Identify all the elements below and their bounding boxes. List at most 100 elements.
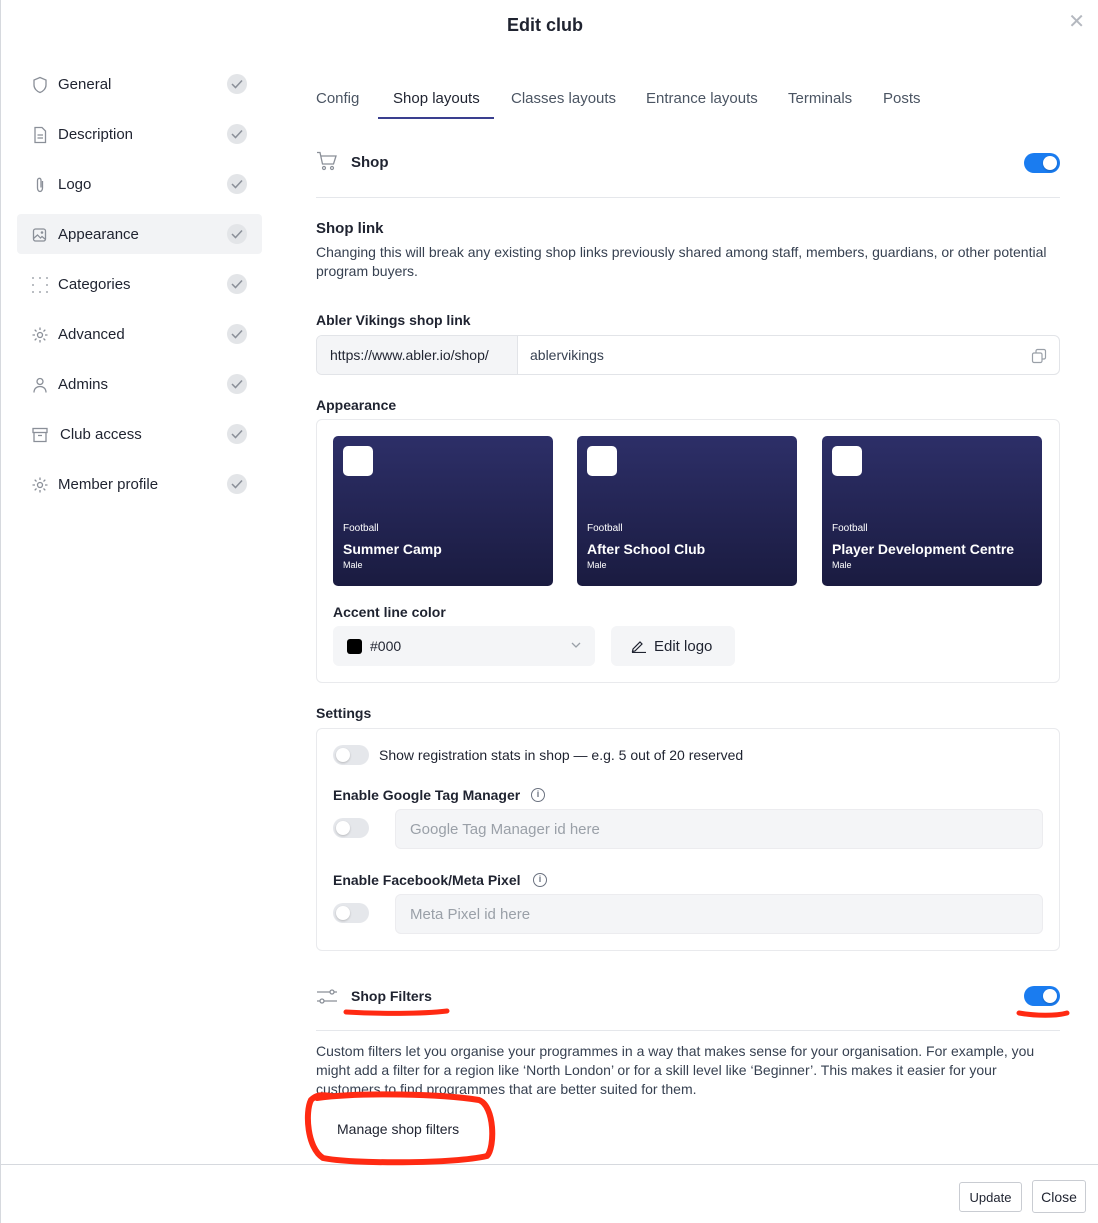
appearance-panel: Football Summer Camp Male Football After… xyxy=(316,419,1060,683)
sliders-icon xyxy=(317,989,337,1004)
check-icon xyxy=(227,124,247,144)
divider xyxy=(316,197,1060,198)
tab-terminals[interactable]: Terminals xyxy=(788,90,852,107)
program-card[interactable]: Football After School Club Male xyxy=(577,436,797,586)
shop-filters-toggle[interactable] xyxy=(1024,986,1060,1006)
tab-classes-layouts[interactable]: Classes layouts xyxy=(511,90,616,107)
check-icon xyxy=(227,74,247,94)
sidebar-item-label: Club access xyxy=(60,426,142,443)
active-tab-indicator xyxy=(378,117,494,119)
sidebar-item-appearance[interactable]: Appearance xyxy=(17,214,262,254)
grid-dots-icon xyxy=(32,277,48,293)
copy-icon[interactable] xyxy=(1031,348,1047,364)
meta-pixel-toggle[interactable] xyxy=(333,903,369,923)
shop-filters-section-header: Shop Filters xyxy=(316,977,1060,1017)
sidebar-item-label: General xyxy=(58,76,112,93)
sidebar-item-admins[interactable]: Admins xyxy=(17,364,262,404)
card-logo xyxy=(832,446,862,476)
close-button[interactable]: Close xyxy=(1032,1180,1086,1213)
appearance-heading: Appearance xyxy=(316,397,397,413)
sidebar-item-logo[interactable]: Logo xyxy=(17,164,262,204)
shop-section-header: Shop xyxy=(316,143,1060,183)
accent-color-label: Accent line color xyxy=(333,604,446,620)
card-name: Summer Camp xyxy=(343,541,442,557)
update-button[interactable]: Update xyxy=(959,1182,1022,1212)
card-category: Football xyxy=(343,523,379,534)
card-name: Player Development Centre xyxy=(832,541,1015,557)
sidebar-item-label: Member profile xyxy=(58,476,159,493)
settings-panel: Show registration stats in shop — e.g. 5… xyxy=(316,728,1060,951)
sidebar-item-label: Admins xyxy=(58,376,109,393)
sidebar-item-advanced[interactable]: Advanced xyxy=(17,314,262,354)
paperclip-icon xyxy=(36,177,44,193)
sidebar-item-categories[interactable]: Categories xyxy=(17,264,262,304)
gtm-id-input[interactable]: Google Tag Manager id here xyxy=(395,809,1043,849)
chevron-down-icon xyxy=(571,642,581,648)
check-icon xyxy=(227,474,247,494)
meta-pixel-label: Enable Facebook/Meta Pixel xyxy=(333,872,521,888)
sidebar-item-member-profile[interactable]: Member profile xyxy=(17,464,262,504)
shop-link-input[interactable]: ablervikings xyxy=(530,347,604,363)
shop-title: Shop xyxy=(351,154,389,171)
modal-title: Edit club xyxy=(507,15,583,35)
shop-filters-title: Shop Filters xyxy=(351,988,432,1004)
archive-box-icon xyxy=(32,427,48,443)
gtm-label: Enable Google Tag Manager xyxy=(333,787,521,803)
card-category: Football xyxy=(587,523,623,534)
user-icon xyxy=(33,377,47,393)
program-card[interactable]: Football Player Development Centre Male xyxy=(822,436,1042,586)
sidebar-item-label: Logo xyxy=(58,176,92,193)
sidebar-item-label: Categories xyxy=(58,276,131,293)
check-icon xyxy=(227,374,247,394)
sidebar-item-label: Description xyxy=(58,126,134,143)
tab-shop-layouts[interactable]: Shop layouts xyxy=(393,90,480,107)
card-gender: Male xyxy=(587,560,607,570)
card-gender: Male xyxy=(832,560,852,570)
card-logo xyxy=(343,446,373,476)
main-content: Config Shop layouts Classes layouts Entr… xyxy=(316,80,1060,1149)
sidebar-item-general[interactable]: General xyxy=(17,64,262,104)
sidebar-item-description[interactable]: Description xyxy=(17,114,262,154)
shop-toggle[interactable] xyxy=(1024,153,1060,173)
registration-stats-toggle[interactable] xyxy=(333,745,369,765)
check-icon xyxy=(227,424,247,444)
shop-link-prefix: https://www.abler.io/shop/ xyxy=(317,336,518,374)
shield-icon xyxy=(33,76,47,94)
accent-color-value: #000 xyxy=(370,638,402,654)
info-icon[interactable]: i xyxy=(533,873,547,887)
tab-config[interactable]: Config xyxy=(316,90,359,107)
tab-entrance-layouts[interactable]: Entrance layouts xyxy=(646,90,758,107)
modal-header: Edit club ✕ xyxy=(1,0,1098,52)
card-category: Football xyxy=(832,523,868,534)
signature-icon xyxy=(631,641,646,653)
program-card[interactable]: Football Summer Camp Male xyxy=(333,436,553,586)
sidebar-item-club-access[interactable]: Club access xyxy=(17,414,262,454)
gear-icon xyxy=(32,477,48,493)
card-gender: Male xyxy=(343,560,363,570)
manage-shop-filters-button[interactable]: Manage shop filters xyxy=(321,1109,481,1149)
edit-logo-button[interactable]: Edit logo xyxy=(611,626,735,666)
check-icon xyxy=(227,174,247,194)
shop-link-field: https://www.abler.io/shop/ ablervikings xyxy=(316,335,1060,375)
sidebar: General Description Logo Appearance Cate… xyxy=(17,64,262,514)
info-icon[interactable]: i xyxy=(531,788,545,802)
tab-bar: Config Shop layouts Classes layouts Entr… xyxy=(316,80,1060,119)
close-icon[interactable]: ✕ xyxy=(1068,12,1085,32)
divider xyxy=(316,1030,1060,1031)
check-icon xyxy=(227,224,247,244)
image-edit-icon xyxy=(32,228,47,242)
tab-posts[interactable]: Posts xyxy=(883,90,921,107)
color-swatch xyxy=(347,639,362,654)
check-icon xyxy=(227,274,247,294)
meta-pixel-id-input[interactable]: Meta Pixel id here xyxy=(395,894,1043,934)
accent-color-select[interactable]: #000 xyxy=(333,626,595,666)
registration-stats-label: Show registration stats in shop — e.g. 5… xyxy=(379,747,744,763)
shopping-cart-icon xyxy=(317,151,337,171)
document-icon xyxy=(34,126,47,144)
gtm-toggle[interactable] xyxy=(333,818,369,838)
gear-icon xyxy=(32,327,48,343)
sidebar-item-label: Advanced xyxy=(58,326,125,343)
shop-link-warning: Changing this will break any existing sh… xyxy=(316,244,1047,279)
sidebar-item-label: Appearance xyxy=(58,226,139,243)
card-name: After School Club xyxy=(587,541,706,557)
